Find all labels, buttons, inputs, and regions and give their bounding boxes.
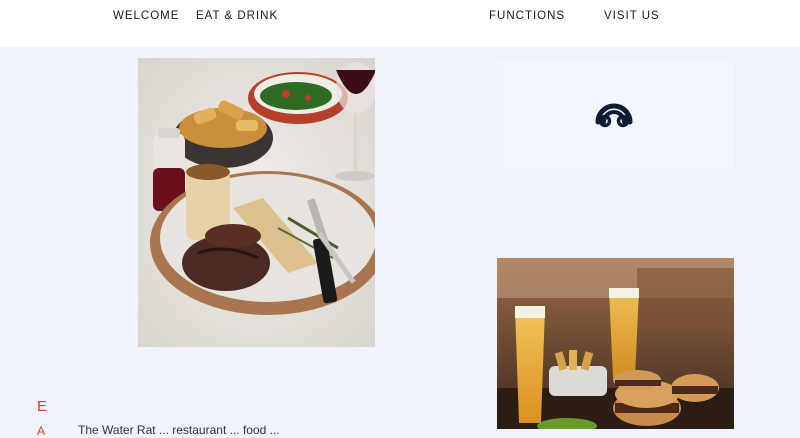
burgers-beer-illustration <box>497 258 734 429</box>
water-rat-logo-icon[interactable] <box>594 98 634 128</box>
burgers-and-beer-image <box>497 258 734 429</box>
steak-dish-illustration <box>138 58 375 347</box>
section-subheading-initial: A <box>37 424 46 438</box>
nav-eat-drink[interactable]: EAT & DRINK <box>196 10 278 22</box>
nav-visit-us[interactable]: VISIT US <box>604 10 660 22</box>
nav-functions[interactable]: FUNCTIONS <box>489 10 565 22</box>
logo-card <box>497 58 734 168</box>
section-heading-initial: E <box>37 398 48 415</box>
nav-welcome[interactable]: WELCOME <box>113 10 179 22</box>
top-navigation: WELCOME EAT & DRINK FUNCTIONS VISIT US <box>0 0 800 47</box>
steak-dish-image <box>138 58 375 347</box>
intro-text: The Water Rat ... restaurant ... food ..… <box>78 423 280 437</box>
